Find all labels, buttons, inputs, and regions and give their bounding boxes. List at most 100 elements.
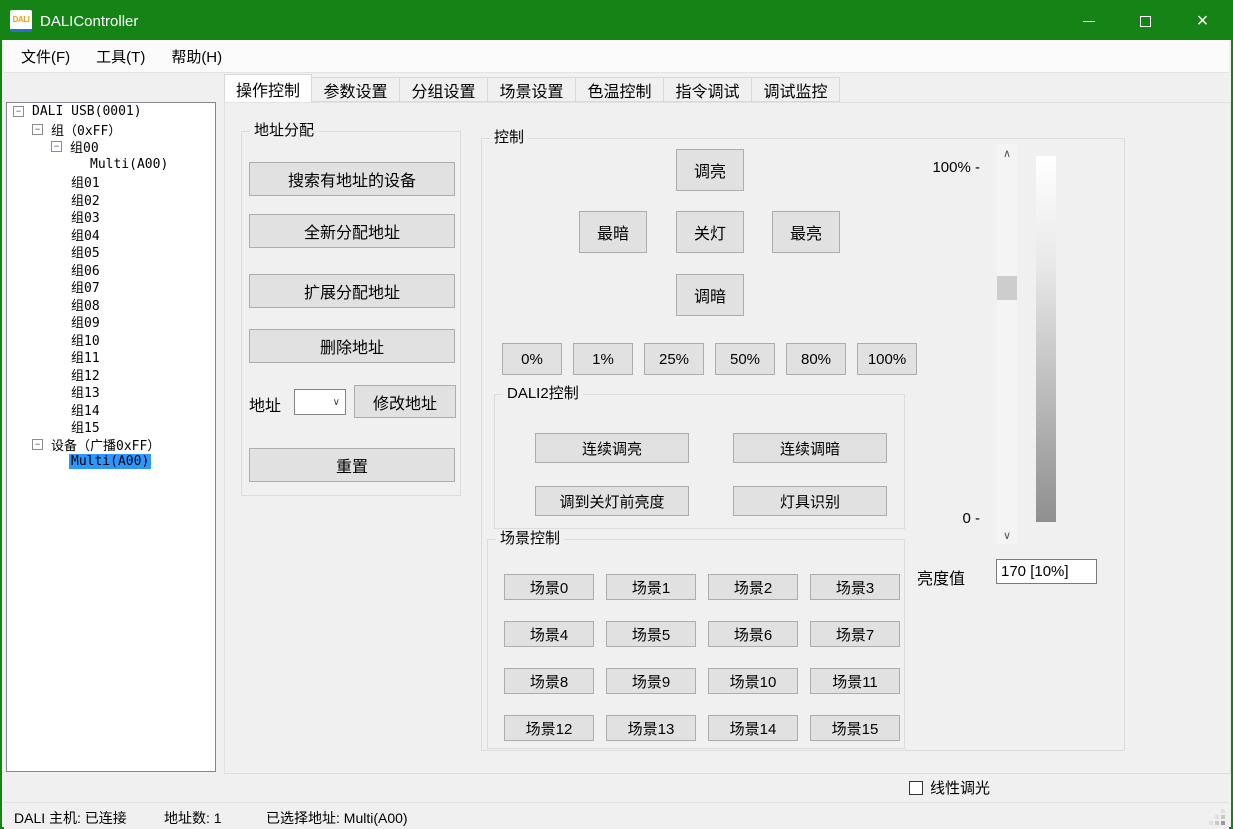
scene-12-button[interactable]: 场景12 [504, 715, 594, 741]
scroll-down-icon[interactable]: ∨ [997, 526, 1017, 544]
modify-address-button[interactable]: 修改地址 [354, 385, 456, 418]
scrollbar-thumb[interactable] [997, 276, 1017, 300]
search-addressed-devices-button[interactable]: 搜索有地址的设备 [249, 162, 455, 196]
collapse-icon[interactable]: − [51, 141, 62, 152]
tree-item-group07[interactable]: 组07 [7, 278, 215, 296]
tree-item-group00[interactable]: −组00 [7, 138, 215, 156]
status-bar: DALI 主机: 已连接 地址数: 1 已选择地址: Multi(A00) [4, 802, 1229, 829]
slider-top-label: 100% - [932, 159, 980, 176]
continuous-dim-down-button[interactable]: 连续调暗 [733, 433, 887, 463]
tab-operation-control[interactable]: 操作控制 [224, 74, 312, 102]
percent-100-button[interactable]: 100% [857, 343, 917, 375]
scene-13-button[interactable]: 场景13 [606, 715, 696, 741]
menu-file[interactable]: 文件(F) [21, 46, 70, 67]
scroll-up-icon[interactable]: ∧ [997, 144, 1017, 162]
scene-7-button[interactable]: 场景7 [810, 621, 900, 647]
tab-parameter-settings[interactable]: 参数设置 [312, 77, 400, 102]
tab-debug-monitor[interactable]: 调试监控 [752, 77, 840, 102]
tree-item-group04[interactable]: 组04 [7, 226, 215, 244]
reset-button[interactable]: 重置 [249, 448, 455, 482]
tree-item-dali-usb[interactable]: −DALI USB(0001) [7, 103, 215, 121]
delete-address-button[interactable]: 删除地址 [249, 329, 455, 363]
tab-color-temp-control[interactable]: 色温控制 [576, 77, 664, 102]
dim-down-button[interactable]: 调暗 [676, 274, 744, 316]
restore-pre-off-brightness-button[interactable]: 调到关灯前亮度 [535, 486, 689, 516]
scene-9-button[interactable]: 场景9 [606, 668, 696, 694]
tree-item-multi-a00-selected[interactable]: Multi(A00) [7, 453, 215, 471]
scene-0-button[interactable]: 场景0 [504, 574, 594, 600]
tree-item-group-root[interactable]: −组（0xFF） [7, 121, 215, 139]
collapse-icon[interactable]: − [13, 106, 24, 117]
address-select[interactable]: ∨ [294, 389, 346, 415]
tree-item-group10[interactable]: 组10 [7, 331, 215, 349]
scene-5-button[interactable]: 场景5 [606, 621, 696, 647]
tree-item-group14[interactable]: 组14 [7, 401, 215, 419]
tree-item-group02[interactable]: 组02 [7, 191, 215, 209]
assign-new-address-button[interactable]: 全新分配地址 [249, 214, 455, 248]
maximize-button[interactable] [1117, 2, 1174, 40]
scene-11-button[interactable]: 场景11 [810, 668, 900, 694]
checkbox-icon[interactable] [909, 781, 923, 795]
tree-item-group11[interactable]: 组11 [7, 348, 215, 366]
percent-0-button[interactable]: 0% [502, 343, 562, 375]
linear-dimming-label: 线性调光 [930, 777, 990, 798]
tree-item-multi-a00[interactable]: Multi(A00) [7, 156, 215, 174]
tree-item-group03[interactable]: 组03 [7, 208, 215, 226]
tree-item-group08[interactable]: 组08 [7, 296, 215, 314]
minimize-icon [1083, 21, 1095, 22]
percent-50-button[interactable]: 50% [715, 343, 775, 375]
dim-up-button[interactable]: 调亮 [676, 149, 744, 191]
menu-tools[interactable]: 工具(T) [96, 46, 145, 67]
collapse-icon[interactable]: − [32, 124, 43, 135]
slider-bottom-label: 0 - [932, 510, 980, 527]
luminaire-identify-button[interactable]: 灯具识别 [733, 486, 887, 516]
control-group-title: 控制 [490, 129, 528, 147]
scene-button-grid: 场景0 场景1 场景2 场景3 场景4 场景5 场景6 场景7 场景8 场景9 … [504, 574, 900, 741]
collapse-icon[interactable]: − [32, 439, 43, 450]
scene-8-button[interactable]: 场景8 [504, 668, 594, 694]
scene-3-button[interactable]: 场景3 [810, 574, 900, 600]
tree-item-group13[interactable]: 组13 [7, 383, 215, 401]
scene-4-button[interactable]: 场景4 [504, 621, 594, 647]
scene-6-button[interactable]: 场景6 [708, 621, 798, 647]
percent-25-button[interactable]: 25% [644, 343, 704, 375]
tree-item-group06[interactable]: 组06 [7, 261, 215, 279]
scene-10-button[interactable]: 场景10 [708, 668, 798, 694]
tree-item-group12[interactable]: 组12 [7, 366, 215, 384]
extend-assign-address-button[interactable]: 扩展分配地址 [249, 274, 455, 308]
scene-15-button[interactable]: 场景15 [810, 715, 900, 741]
tab-command-debug[interactable]: 指令调试 [664, 77, 752, 102]
linear-dimming-checkbox[interactable]: 线性调光 [909, 777, 990, 798]
tab-grouping-settings[interactable]: 分组设置 [400, 77, 488, 102]
percent-1-button[interactable]: 1% [573, 343, 633, 375]
continuous-dim-up-button[interactable]: 连续调亮 [535, 433, 689, 463]
close-button[interactable]: × [1174, 2, 1231, 40]
percent-80-button[interactable]: 80% [786, 343, 846, 375]
tree-item-group09[interactable]: 组09 [7, 313, 215, 331]
tree-item-group05[interactable]: 组05 [7, 243, 215, 261]
tree-item-device-broadcast[interactable]: −设备（广播0xFF） [7, 436, 215, 454]
tree-item-group15[interactable]: 组15 [7, 418, 215, 436]
brightness-gradient-bar [1036, 156, 1056, 522]
menu-help[interactable]: 帮助(H) [171, 46, 222, 67]
scene-2-button[interactable]: 场景2 [708, 574, 798, 600]
minimize-button[interactable] [1060, 2, 1117, 40]
scene-1-button[interactable]: 场景1 [606, 574, 696, 600]
min-brightness-button[interactable]: 最暗 [579, 211, 647, 253]
tab-scene-settings[interactable]: 场景设置 [488, 77, 576, 102]
maximize-icon [1140, 16, 1151, 27]
device-tree: −DALI USB(0001) −组（0xFF） −组00 Multi(A00)… [6, 102, 216, 772]
dali2-group-title: DALI2控制 [503, 385, 583, 403]
brightness-scrollbar[interactable]: ∧ ∨ [997, 144, 1017, 544]
brightness-value-label: 亮度值 [917, 565, 965, 589]
address-label: 地址 [249, 392, 281, 416]
resize-grip-icon[interactable] [1221, 821, 1225, 825]
scene-14-button[interactable]: 场景14 [708, 715, 798, 741]
menu-bar: 文件(F) 工具(T) 帮助(H) [4, 40, 1229, 73]
lights-off-button[interactable]: 关灯 [676, 211, 744, 253]
tree-item-group01[interactable]: 组01 [7, 173, 215, 191]
max-brightness-button[interactable]: 最亮 [772, 211, 840, 253]
brightness-value-field[interactable] [996, 559, 1097, 584]
control-group: 控制 调亮 最暗 关灯 最亮 调暗 0% 1% 25% 50% 80% 100%… [481, 138, 1125, 751]
app-logo-icon: DALI [10, 10, 32, 32]
